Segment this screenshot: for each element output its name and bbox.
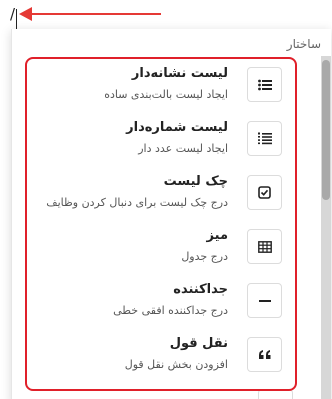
typed-slash: / (10, 5, 16, 23)
bulleted-list-icon (247, 67, 282, 102)
editor-page: / ساختار لیست نشانه‌دار ایجاد لیست بالت‌… (0, 0, 332, 399)
menu-scrollbar[interactable] (321, 56, 331, 399)
menu-item-title: جداکننده (173, 282, 228, 297)
menu-group-label: ساختار (286, 37, 321, 51)
menu-scrollbar-thumb[interactable] (322, 60, 330, 200)
menu-item-title: نقل قول (169, 336, 228, 351)
menu-item-table[interactable]: میز درج جدول (25, 222, 297, 277)
next-item-icon-partial (258, 389, 293, 399)
menu-item-title: چک لیست (163, 174, 228, 189)
menu-item-checklist[interactable]: چک لیست درج چک لیست برای دنبال کردن وظای… (25, 168, 297, 223)
menu-item-title: لیست نشانه‌دار (131, 66, 228, 81)
annotation-arrow-line (30, 13, 161, 15)
menu-item-description: درج جداکننده افقی خطی (113, 304, 228, 317)
numbered-list-icon (247, 121, 282, 156)
quote-icon (247, 337, 282, 372)
checkbox-icon (247, 175, 282, 210)
table-icon (247, 229, 282, 264)
menu-item-description: درج جدول (181, 250, 228, 263)
menu-item-bulleted-list[interactable]: لیست نشانه‌دار ایجاد لیست بالت‌بندی ساده (25, 60, 297, 115)
divider-icon (247, 283, 282, 318)
menu-item-description: ایجاد لیست بالت‌بندی ساده (104, 88, 228, 101)
menu-item-description: افزودن بخش نقل قول (124, 358, 228, 371)
menu-item-title: لیست شماره‌دار (126, 120, 228, 135)
annotation-arrow-head (19, 7, 32, 21)
menu-item-divider[interactable]: جداکننده درج جداکننده افقی خطی (25, 276, 297, 331)
menu-item-quote[interactable]: نقل قول افزودن بخش نقل قول (25, 330, 297, 385)
menu-item-description: درج چک لیست برای دنبال کردن وظایف (46, 196, 228, 209)
menu-item-numbered-list[interactable]: لیست شماره‌دار ایجاد لیست عدد دار (25, 114, 297, 169)
menu-item-description: ایجاد لیست عدد دار (138, 142, 228, 155)
menu-item-title: میز (206, 228, 228, 243)
text-cursor (16, 9, 17, 31)
